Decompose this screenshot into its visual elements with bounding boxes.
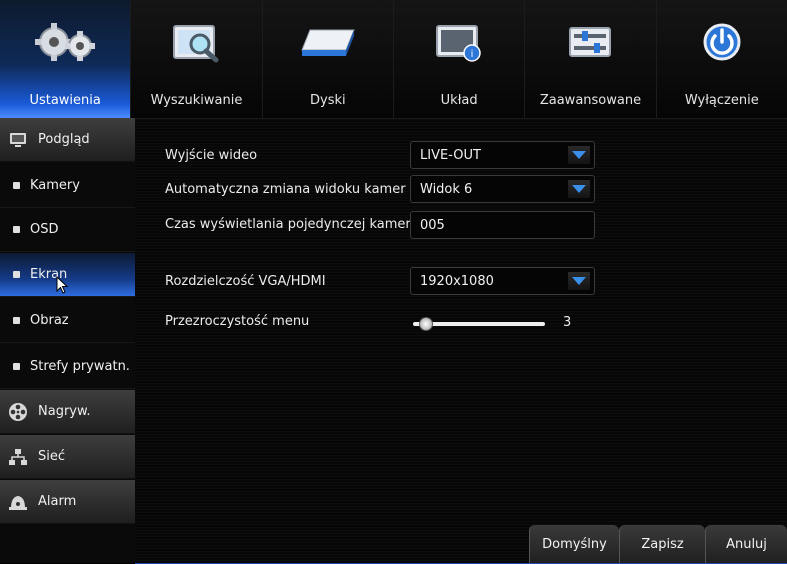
gears-icon	[30, 16, 100, 68]
tab-label: Zaawansowane	[539, 93, 642, 108]
tab-ustawienia[interactable]: Ustawienia	[0, 0, 132, 118]
auto-switch-label: Automatyczna zmiana widoku kamer	[165, 182, 406, 197]
sidebar-group-alarm[interactable]: Alarm	[0, 480, 135, 524]
cancel-button[interactable]: Anuluj	[705, 525, 787, 564]
tab-dyski[interactable]: Dyski	[263, 0, 394, 118]
dwell-time-input[interactable]: 005	[410, 211, 595, 239]
tab-label: Ustawienia	[29, 93, 101, 108]
tab-wyszukiwanie[interactable]: Wyszukiwanie	[131, 0, 263, 118]
tab-label: Dyski	[310, 93, 346, 108]
sidebar-item-label: Kamery	[30, 178, 80, 193]
mouse-cursor-icon	[56, 275, 70, 298]
video-output-label: Wyjście wideo	[165, 148, 258, 163]
bullet-icon	[13, 317, 20, 324]
film-reel-icon	[8, 402, 28, 422]
dwell-time-label: Czas wyświetlania pojedynczej kamery	[165, 217, 419, 232]
settings-panel: Wyjście wideo LIVE-OUT Automatyczna zmia…	[135, 118, 787, 564]
tab-wylaczenie[interactable]: Wyłączenie	[657, 0, 787, 118]
select-value: LIVE-OUT	[420, 147, 481, 163]
sidebar-item-label: Nagryw.	[38, 404, 91, 419]
input-value: 005	[420, 217, 445, 233]
chevron-down-icon[interactable]	[568, 272, 590, 290]
resolution-label: Rozdzielczość VGA/HDMI	[165, 274, 326, 289]
settings-sidebar: Podgląd Kamery OSD Ekran Obraz Strefy pr…	[0, 118, 135, 563]
sidebar-item-osd[interactable]: OSD	[0, 208, 135, 252]
sidebar-group-podglad[interactable]: Podgląd	[0, 118, 135, 162]
sidebar-item-strefy-prywatn[interactable]: Strefy prywatn.	[0, 345, 135, 389]
tab-uklad[interactable]: i Układ	[394, 0, 526, 118]
sidebar-item-kamery[interactable]: Kamery	[0, 164, 135, 208]
advanced-sliders-icon	[562, 16, 618, 68]
sidebar-item-obraz[interactable]: Obraz	[0, 299, 135, 343]
auto-switch-select[interactable]: Widok 6	[410, 175, 595, 203]
chevron-down-icon[interactable]	[568, 180, 590, 198]
sidebar-item-label: Sieć	[38, 449, 66, 464]
bullet-icon	[13, 226, 20, 233]
sidebar-item-label: OSD	[30, 222, 59, 237]
monitor-icon	[8, 132, 28, 148]
transparency-label: Przezroczystość menu	[165, 314, 310, 329]
tab-label: Układ	[440, 93, 478, 108]
sidebar-item-label: Strefy prywatn.	[30, 359, 130, 374]
tab-zaawansowane[interactable]: Zaawansowane	[525, 0, 657, 118]
svg-text:i: i	[471, 49, 474, 60]
sidebar-item-label: Obraz	[30, 313, 69, 328]
tab-label: Wyszukiwanie	[150, 93, 243, 108]
tab-label: Wyłączenie	[684, 93, 759, 108]
select-value: Widok 6	[420, 181, 473, 197]
video-output-select[interactable]: LIVE-OUT	[410, 141, 595, 169]
bullet-icon	[13, 271, 20, 278]
search-document-icon	[168, 16, 224, 68]
system-info-icon: i	[431, 16, 487, 68]
alarm-bell-icon	[8, 493, 28, 511]
transparency-slider[interactable]	[413, 314, 545, 334]
bullet-icon	[13, 363, 20, 370]
hard-disk-icon	[296, 16, 360, 68]
sidebar-group-nagryw[interactable]: Nagryw.	[0, 390, 135, 434]
sidebar-item-label: Podgląd	[38, 132, 90, 147]
slider-handle[interactable]	[418, 317, 433, 331]
sidebar-item-label: Alarm	[38, 494, 77, 509]
power-icon	[700, 16, 744, 68]
bullet-icon	[13, 182, 20, 189]
select-value: 1920x1080	[420, 273, 494, 289]
network-icon	[8, 448, 28, 466]
top-menu-bar: Ustawienia Wyszukiwanie Dyski i Układ Za…	[0, 0, 787, 118]
transparency-value: 3	[563, 315, 572, 330]
save-button[interactable]: Zapisz	[619, 525, 705, 564]
sidebar-group-siec[interactable]: Sieć	[0, 435, 135, 479]
default-button[interactable]: Domyślny	[529, 525, 619, 564]
resolution-select[interactable]: 1920x1080	[410, 267, 595, 295]
chevron-down-icon[interactable]	[568, 146, 590, 164]
